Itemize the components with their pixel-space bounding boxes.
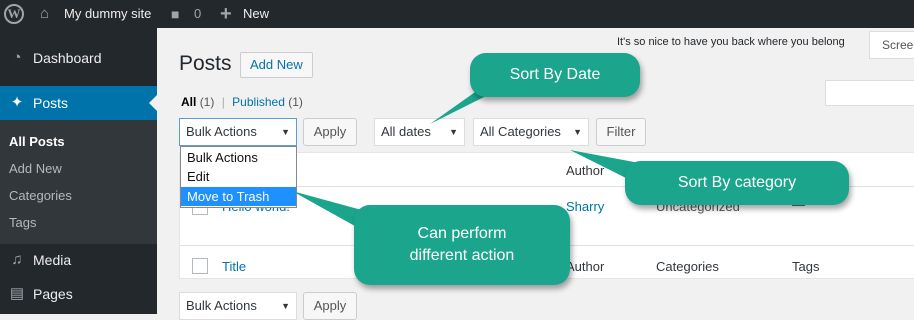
sidebar-item-pages[interactable]: ▤ Pages xyxy=(0,277,157,311)
status-all-count: (1) xyxy=(199,95,215,109)
column-title[interactable]: Title xyxy=(222,259,246,274)
pushpin-icon: ✦ xyxy=(10,94,24,111)
chevron-down-icon: ▼ xyxy=(281,127,290,137)
posts-submenu: All Posts Add New Categories Tags xyxy=(0,120,157,244)
sidebar-item-label: Pages xyxy=(33,286,73,302)
comment-count[interactable]: 0 xyxy=(194,0,201,28)
column-author[interactable]: Author xyxy=(566,163,604,178)
apply-button-bottom[interactable]: Apply xyxy=(303,292,357,320)
admin-sidebar: ◔ Dashboard ✦ Posts All Posts Add New Ca… xyxy=(0,28,157,314)
category-filter-select[interactable]: All Categories ▼ xyxy=(473,118,589,146)
chevron-down-icon: ▼ xyxy=(573,127,582,137)
dropdown-option-bulk-actions[interactable]: Bulk Actions xyxy=(181,148,296,167)
add-new-button[interactable]: Add New xyxy=(240,52,313,78)
sort-by-date-callout: Sort By Date xyxy=(470,53,640,97)
chevron-down-icon: ▼ xyxy=(449,127,458,137)
submenu-categories[interactable]: Categories xyxy=(9,188,72,203)
status-separator: | xyxy=(221,95,225,109)
date-filter-select[interactable]: All dates ▼ xyxy=(374,118,465,146)
site-name-link[interactable]: My dummy site xyxy=(64,0,151,28)
status-published-link[interactable]: Published xyxy=(232,95,285,109)
select-all-checkbox[interactable] xyxy=(192,258,208,274)
new-content-link[interactable]: New xyxy=(243,0,269,28)
sidebar-item-label: Posts xyxy=(33,95,69,111)
action-callout: Can perform different action xyxy=(354,205,570,285)
submenu-add-new[interactable]: Add New xyxy=(9,161,62,176)
page-title: Posts xyxy=(179,52,232,75)
action-callout-line1: Can perform xyxy=(417,225,507,242)
comment-icon[interactable]: ■ xyxy=(171,0,179,28)
bulk-actions-select-bottom[interactable]: Bulk Actions ▼ xyxy=(179,292,297,320)
wordpress-logo-icon[interactable]: W xyxy=(4,4,24,24)
sidebar-item-label: Dashboard xyxy=(33,50,102,66)
plus-icon[interactable]: + xyxy=(220,0,232,28)
dropdown-option-move-to-trash[interactable]: Move to Trash xyxy=(181,187,296,206)
column-categories[interactable]: Categories xyxy=(656,259,719,274)
filter-button[interactable]: Filter xyxy=(596,118,646,146)
pages-icon: ▤ xyxy=(9,285,25,302)
media-icon: ♫ xyxy=(11,251,23,268)
search-input[interactable] xyxy=(825,80,914,106)
dropdown-option-edit[interactable]: Edit xyxy=(181,167,296,186)
bulk-actions-dropdown: Bulk Actions Edit Move to Trash xyxy=(180,146,297,208)
dashboard-icon: ◔ xyxy=(12,49,22,66)
welcome-message: It's so nice to have you back where you … xyxy=(617,36,845,48)
post-author-link[interactable]: Sharry xyxy=(566,199,604,214)
column-author-footer[interactable]: Author xyxy=(566,259,604,274)
sidebar-item-label: Media xyxy=(33,252,72,268)
status-published-count: (1) xyxy=(288,95,303,109)
bulk-actions-select[interactable]: Bulk Actions ▼ xyxy=(179,118,297,146)
sort-by-category-callout: Sort By category xyxy=(625,161,849,205)
home-icon[interactable]: ⌂ xyxy=(40,0,49,28)
sidebar-item-dashboard[interactable]: ◔ Dashboard xyxy=(0,41,157,75)
admin-bar: W ⌂ My dummy site ■ 0 + New xyxy=(0,0,914,28)
submenu-all-posts[interactable]: All Posts xyxy=(9,134,65,149)
column-tags[interactable]: Tags xyxy=(792,259,819,274)
sidebar-item-posts[interactable]: ✦ Posts xyxy=(0,86,157,120)
date-filter-value: All dates xyxy=(381,124,431,139)
status-all-link[interactable]: All xyxy=(181,95,196,109)
submenu-tags[interactable]: Tags xyxy=(9,215,36,230)
sidebar-item-media[interactable]: ♫ Media xyxy=(0,243,157,277)
apply-button[interactable]: Apply xyxy=(303,118,357,146)
bulk-actions-value: Bulk Actions xyxy=(186,124,257,139)
bulk-actions-value: Bulk Actions xyxy=(186,298,257,313)
post-status-filter: All (1) | Published (1) xyxy=(181,95,303,109)
category-filter-value: All Categories xyxy=(480,124,561,139)
chevron-down-icon: ▼ xyxy=(281,301,290,311)
screen-options-tab[interactable]: Screen Options xyxy=(869,31,914,59)
action-callout-line2: different action xyxy=(409,247,515,264)
